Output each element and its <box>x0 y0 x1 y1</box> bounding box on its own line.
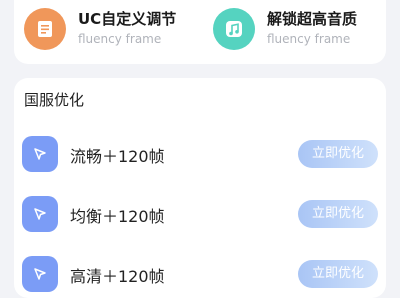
list-item: 高清＋120帧 立即优化 <box>22 256 378 292</box>
music-note-icon <box>213 8 255 50</box>
optimize-now-button[interactable]: 立即优化 <box>298 140 378 168</box>
optimization-card: 国服优化 流畅＋120帧 立即优化 均衡＋120帧 立即优化 高清＋120帧 立… <box>14 78 386 298</box>
cursor-icon <box>22 256 58 292</box>
feature-card: UC自定义调节 fluency frame 解锁超高音质 fluency fra… <box>14 0 386 64</box>
section-title: 国服优化 <box>24 91 85 109</box>
optimize-now-button[interactable]: 立即优化 <box>298 260 378 288</box>
optimize-now-button[interactable]: 立即优化 <box>298 200 378 228</box>
option-title: UC自定义调节 <box>78 10 177 28</box>
option-subtitle: fluency frame <box>267 32 351 46</box>
cursor-icon <box>22 196 58 232</box>
row-label: 均衡＋120帧 <box>70 207 165 226</box>
row-label: 高清＋120帧 <box>70 267 165 286</box>
option-title: 解锁超高音质 <box>267 10 358 28</box>
document-icon <box>24 8 66 50</box>
list-item: 流畅＋120帧 立即优化 <box>22 136 378 172</box>
list-item: 均衡＋120帧 立即优化 <box>22 196 378 232</box>
option-subtitle: fluency frame <box>78 32 162 46</box>
cursor-icon <box>22 136 58 172</box>
row-label: 流畅＋120帧 <box>70 147 165 166</box>
